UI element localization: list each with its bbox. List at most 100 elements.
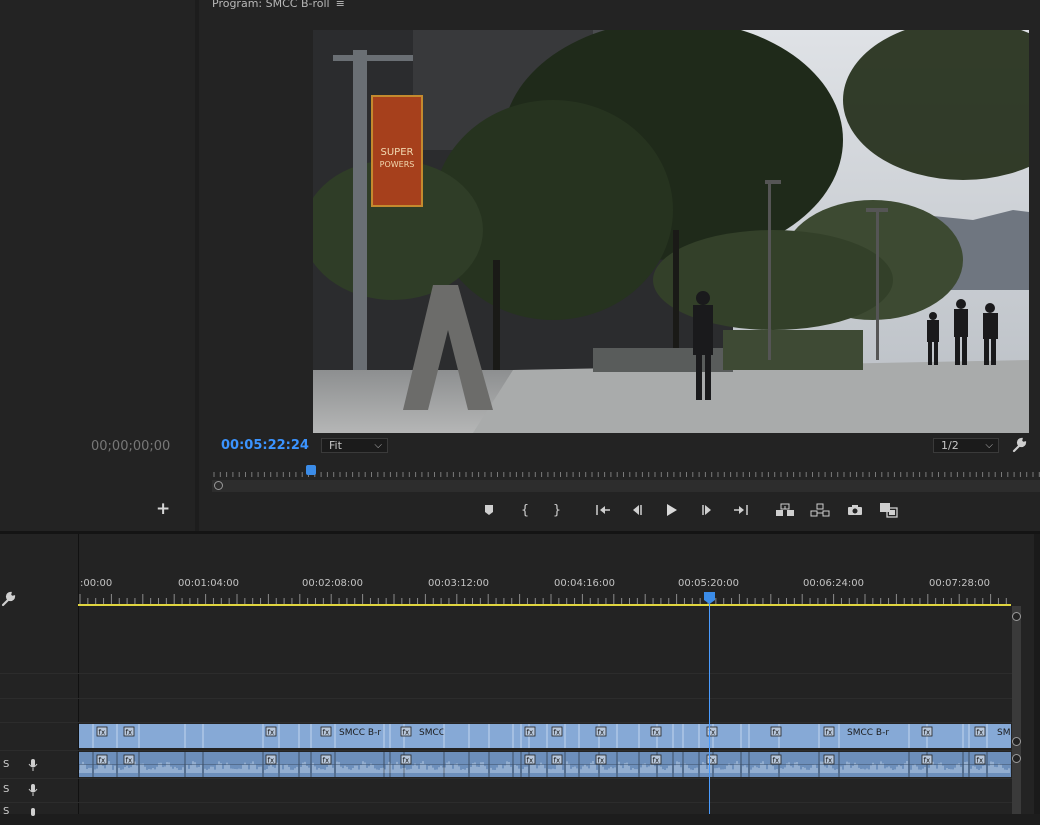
fx-badge[interactable]: fx — [123, 726, 135, 737]
mark-out-icon[interactable]: } — [546, 500, 568, 520]
fx-badge[interactable]: fx — [595, 754, 607, 765]
fx-badge[interactable]: fx — [400, 754, 412, 765]
zoom-level-value: Fit — [329, 439, 342, 452]
track-divider — [0, 698, 1012, 699]
clip-label: SMCC B-r — [339, 728, 381, 738]
svg-text:fx: fx — [99, 757, 106, 765]
svg-text:fx: fx — [826, 729, 833, 737]
chevron-down-icon: ⌵ — [374, 440, 382, 451]
fx-badge[interactable]: fx — [770, 726, 782, 737]
scroll-handle-bottom[interactable] — [1012, 737, 1021, 746]
fx-badge[interactable]: fx — [921, 754, 933, 765]
zoom-scroll-handle[interactable] — [214, 481, 223, 490]
zoom-level-select[interactable]: Fit ⌵ — [321, 438, 388, 453]
source-timecode: 00;00;00;00 — [91, 439, 171, 454]
fx-badge[interactable]: fx — [770, 754, 782, 765]
microphone-icon[interactable] — [28, 806, 38, 825]
svg-text:fx: fx — [323, 757, 330, 765]
chevron-down-icon: ⌵ — [985, 440, 993, 451]
play-icon[interactable] — [661, 500, 683, 520]
track-solo-toggle[interactable]: S — [3, 759, 9, 770]
fx-badge[interactable]: fx — [265, 754, 277, 765]
ruler-label: 00:03:12:00 — [428, 578, 490, 589]
hamburger-menu-icon[interactable]: ≡ — [336, 0, 345, 10]
program-title-text: Program: SMCC B-roll — [212, 0, 330, 10]
compare-icon[interactable] — [878, 500, 900, 520]
svg-text:fx: fx — [598, 729, 605, 737]
clip-label: SM — [997, 728, 1010, 738]
ruler-label: 00:04:16:00 — [554, 578, 616, 589]
fx-badge[interactable]: fx — [650, 726, 662, 737]
program-video-frame: SUPER POWERS — [313, 30, 1029, 433]
timeline-playhead[interactable] — [704, 592, 715, 604]
mark-in-icon[interactable]: { — [514, 500, 536, 520]
scroll-handle-top[interactable] — [1012, 612, 1021, 621]
marker-icon[interactable] — [478, 500, 500, 520]
svg-text:fx: fx — [323, 729, 330, 737]
fx-badge[interactable]: fx — [551, 726, 563, 737]
scroll-handle-audio[interactable] — [1012, 754, 1021, 763]
program-playhead[interactable] — [306, 465, 316, 475]
fx-badge[interactable]: fx — [974, 726, 986, 737]
svg-text:fx: fx — [773, 729, 780, 737]
svg-text:fx: fx — [653, 729, 660, 737]
track-solo-toggle[interactable]: S — [3, 806, 9, 817]
fx-badge[interactable]: fx — [823, 754, 835, 765]
svg-text:fx: fx — [554, 757, 561, 765]
svg-text:fx: fx — [268, 757, 275, 765]
fx-badge[interactable]: fx — [320, 754, 332, 765]
svg-text:fx: fx — [126, 757, 133, 765]
banner-text-2: POWERS — [380, 160, 415, 169]
track-divider — [0, 802, 1012, 803]
fx-badge[interactable]: fx — [96, 726, 108, 737]
svg-text:fx: fx — [653, 757, 660, 765]
svg-text:fx: fx — [977, 757, 984, 765]
program-time-ruler[interactable] — [212, 466, 1040, 478]
fx-badge[interactable]: fx — [551, 754, 563, 765]
svg-text:fx: fx — [826, 757, 833, 765]
playback-resolution-select[interactable]: 1/2 ⌵ — [933, 438, 999, 453]
fx-badge[interactable]: fx — [921, 726, 933, 737]
microphone-icon[interactable] — [28, 757, 38, 776]
go-to-out-icon[interactable] — [730, 500, 752, 520]
go-to-in-icon[interactable] — [592, 500, 614, 520]
resolution-value: 1/2 — [941, 439, 959, 452]
audio-track-clips[interactable]: fx fx fx fx fx fx fx fx fx fx fx fx fx fx — [79, 752, 1011, 777]
fx-badge[interactable]: fx — [650, 754, 662, 765]
vertical-scrollbar[interactable] — [1012, 606, 1021, 814]
banner-text-1: SUPER — [381, 147, 414, 158]
video-track-clips[interactable]: SMCC B-r SMCC SMCC B-r SM fx fx fx fx fx fx fx… — [79, 724, 1011, 748]
fx-badge[interactable]: fx — [123, 754, 135, 765]
timeline-ruler[interactable]: :00:00 00:01:04:00 00:02:08:00 00:03:12:… — [78, 574, 1012, 606]
fx-badge[interactable]: fx — [400, 726, 412, 737]
ruler-label: 00:01:04:00 — [178, 578, 240, 589]
fx-badge[interactable]: fx — [524, 754, 536, 765]
microphone-icon[interactable] — [28, 782, 38, 801]
settings-wrench-icon[interactable] — [1011, 437, 1027, 457]
lift-icon[interactable] — [774, 500, 796, 520]
track-divider — [0, 673, 1012, 674]
add-button[interactable]: + — [156, 501, 170, 518]
fx-badge[interactable]: fx — [974, 754, 986, 765]
svg-text:fx: fx — [977, 729, 984, 737]
fx-badge[interactable]: fx — [823, 726, 835, 737]
track-header-column — [0, 534, 79, 814]
fx-badge[interactable]: fx — [320, 726, 332, 737]
track-divider — [0, 722, 1012, 723]
camera-icon[interactable] — [844, 500, 866, 520]
step-forward-icon[interactable] — [696, 500, 718, 520]
timeline-playhead-line[interactable] — [709, 598, 710, 814]
work-area-bar[interactable] — [78, 604, 1011, 606]
track-solo-toggle[interactable]: S — [3, 784, 9, 795]
ruler-label: 00:06:24:00 — [803, 578, 865, 589]
fx-badge[interactable]: fx — [96, 754, 108, 765]
timeline-settings-wrench-icon[interactable] — [0, 591, 16, 611]
program-timecode[interactable]: 00:05:22:24 — [221, 438, 309, 453]
svg-text:fx: fx — [527, 729, 534, 737]
program-zoom-scrollbar[interactable] — [212, 480, 1040, 492]
extract-icon[interactable] — [809, 500, 831, 520]
fx-badge[interactable]: fx — [524, 726, 536, 737]
fx-badge[interactable]: fx — [595, 726, 607, 737]
fx-badge[interactable]: fx — [265, 726, 277, 737]
step-back-icon[interactable] — [626, 500, 648, 520]
